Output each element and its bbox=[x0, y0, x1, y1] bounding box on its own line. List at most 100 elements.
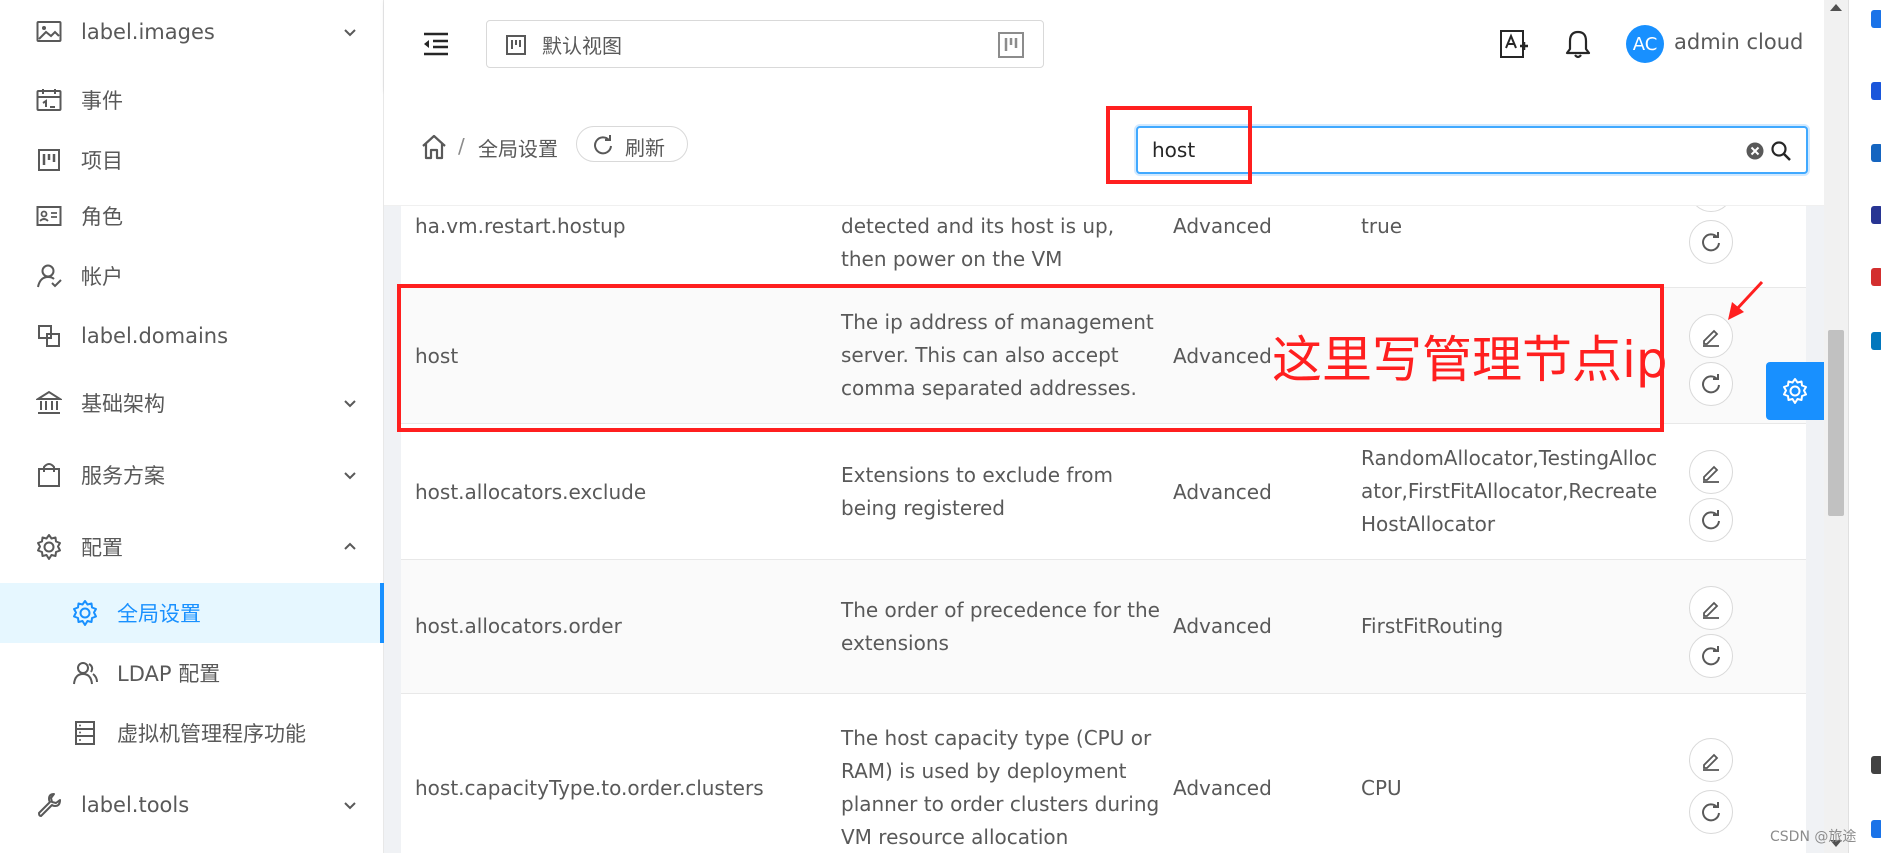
sidebar-item-label: label.tools bbox=[81, 793, 190, 817]
setting-category: Advanced bbox=[1173, 614, 1272, 638]
image-icon bbox=[34, 17, 64, 47]
sidebar-item-label: 项目 bbox=[81, 149, 123, 173]
setting-description: Extensions to exclude from being registe… bbox=[841, 463, 1113, 520]
scroll-up-arrow[interactable] bbox=[1830, 4, 1842, 11]
setting-icon bbox=[34, 532, 64, 562]
setting-category: Advanced bbox=[1173, 776, 1272, 800]
settings-drawer-button[interactable] bbox=[1766, 362, 1824, 420]
setting-category: Advanced bbox=[1173, 214, 1272, 238]
extension-icon[interactable] bbox=[1871, 756, 1881, 774]
chevron-up-icon bbox=[340, 537, 360, 557]
sidebar-item-roles[interactable]: 角色 bbox=[0, 188, 384, 244]
setting-value: true bbox=[1361, 214, 1403, 238]
top-header: 默认视图 AC admin cloud bbox=[384, 0, 1824, 91]
table-row: host.allocators.exclude Extensions to ex… bbox=[401, 424, 1806, 560]
sidebar-item-domains[interactable]: label.domains bbox=[0, 308, 384, 364]
setting-name: host.allocators.order bbox=[415, 614, 622, 638]
extension-icon[interactable] bbox=[1871, 332, 1881, 350]
user-name[interactable]: admin cloud bbox=[1674, 30, 1803, 54]
block-icon bbox=[34, 321, 64, 351]
vertical-scrollbar[interactable] bbox=[1824, 0, 1848, 853]
table-row: ha.vm.restart.hostup detected and its ho… bbox=[401, 206, 1806, 288]
breadcrumb-separator: / bbox=[458, 134, 465, 158]
setting-description: The order of precedence for the extensio… bbox=[841, 598, 1160, 655]
reset-button[interactable] bbox=[1689, 498, 1733, 542]
extension-icon[interactable] bbox=[1871, 206, 1881, 224]
sidebar-item-events[interactable]: 事件 bbox=[0, 72, 384, 128]
breadcrumb: / 全局设置 刷新 bbox=[384, 91, 1824, 206]
reload-icon bbox=[1702, 646, 1720, 666]
edit-icon bbox=[1703, 601, 1719, 619]
menu-fold-icon[interactable] bbox=[420, 28, 452, 60]
clear-icon[interactable] bbox=[1746, 142, 1764, 160]
sidebar-item-label: 服务方案 bbox=[81, 464, 165, 488]
sidebar-item-offerings[interactable]: 服务方案 bbox=[0, 447, 384, 503]
sidebar-item-tools[interactable]: label.tools bbox=[0, 777, 384, 833]
extension-icon[interactable] bbox=[1871, 82, 1881, 100]
reload-icon bbox=[1702, 374, 1720, 394]
edit-button[interactable] bbox=[1689, 450, 1733, 494]
setting-category: Advanced bbox=[1173, 480, 1272, 504]
extension-icon[interactable] bbox=[1871, 268, 1881, 286]
view-select[interactable]: 默认视图 bbox=[486, 20, 1044, 68]
reset-button[interactable] bbox=[1689, 790, 1733, 834]
sidebar-item-global-settings[interactable]: 全局设置 bbox=[0, 583, 384, 643]
chevron-down-icon bbox=[340, 22, 360, 42]
extension-icon[interactable] bbox=[1871, 144, 1881, 162]
sidebar-item-label: 基础架构 bbox=[81, 392, 165, 416]
sidebar-item-label: LDAP 配置 bbox=[117, 662, 221, 686]
edit-icon bbox=[1703, 329, 1719, 347]
edit-button[interactable] bbox=[1689, 206, 1733, 212]
edit-icon bbox=[1703, 465, 1719, 483]
reload-icon bbox=[1702, 802, 1720, 822]
bell-icon[interactable] bbox=[1562, 28, 1594, 60]
setting-value: CPU bbox=[1361, 776, 1402, 800]
sidebar-item-ldap[interactable]: LDAP 配置 bbox=[0, 645, 384, 701]
sidebar-item-projects[interactable]: 项目 bbox=[0, 132, 384, 188]
reset-button[interactable] bbox=[1689, 362, 1733, 406]
annotation-search-box bbox=[1106, 106, 1252, 184]
extension-icon[interactable] bbox=[1871, 10, 1881, 28]
calendar-icon bbox=[34, 85, 64, 115]
reset-button[interactable] bbox=[1689, 634, 1733, 678]
reset-button[interactable] bbox=[1689, 220, 1733, 264]
sidebar-item-hypervisor-capabilities[interactable]: 虚拟机管理程序功能 bbox=[0, 705, 384, 761]
sidebar-item-label: 角色 bbox=[81, 205, 123, 229]
sidebar: label.images 事件 项目 角色 帐户 label.domains 基… bbox=[0, 0, 384, 853]
chevron-down-icon bbox=[340, 795, 360, 815]
sidebar-item-label: 虚拟机管理程序功能 bbox=[117, 722, 306, 746]
project-icon bbox=[34, 145, 64, 175]
sidebar-item-label: label.domains bbox=[81, 324, 229, 348]
sidebar-item-configuration[interactable]: 配置 bbox=[0, 519, 384, 575]
home-icon[interactable] bbox=[420, 133, 448, 161]
setting-value: FirstFitRouting bbox=[1361, 614, 1504, 638]
view-select-label: 默认视图 bbox=[542, 33, 622, 58]
database-icon bbox=[70, 718, 100, 748]
tool-icon bbox=[34, 790, 64, 820]
search-icon[interactable] bbox=[1770, 140, 1792, 162]
avatar[interactable]: AC bbox=[1626, 25, 1664, 63]
project-icon bbox=[505, 34, 527, 56]
annotation-text: 这里写管理节点ip bbox=[1272, 331, 1668, 389]
refresh-label: 刷新 bbox=[625, 136, 665, 160]
sidebar-item-images[interactable]: label.images bbox=[0, 4, 384, 60]
team-icon bbox=[70, 658, 100, 688]
edit-button[interactable] bbox=[1689, 738, 1733, 782]
id-card-icon bbox=[34, 201, 64, 231]
translate-icon[interactable] bbox=[1498, 28, 1530, 60]
edit-button[interactable] bbox=[1689, 586, 1733, 630]
scroll-thumb[interactable] bbox=[1828, 330, 1844, 516]
shopping-icon bbox=[34, 460, 64, 490]
reload-icon bbox=[1702, 510, 1720, 530]
setting-icon bbox=[1783, 378, 1807, 404]
sidebar-item-infrastructure[interactable]: 基础架构 bbox=[0, 375, 384, 431]
sidebar-item-accounts[interactable]: 帐户 bbox=[0, 248, 384, 304]
refresh-button[interactable]: 刷新 bbox=[576, 126, 688, 162]
setting-description: detected and its host is up, then power … bbox=[841, 214, 1115, 271]
reload-icon bbox=[593, 135, 613, 155]
annotation-arrow bbox=[1728, 280, 1764, 320]
setting-name: host.capacityType.to.order.clusters bbox=[415, 776, 764, 800]
setting-name: host.allocators.exclude bbox=[415, 480, 647, 504]
sidebar-item-label: 事件 bbox=[81, 89, 123, 113]
extension-icon[interactable] bbox=[1871, 820, 1881, 838]
